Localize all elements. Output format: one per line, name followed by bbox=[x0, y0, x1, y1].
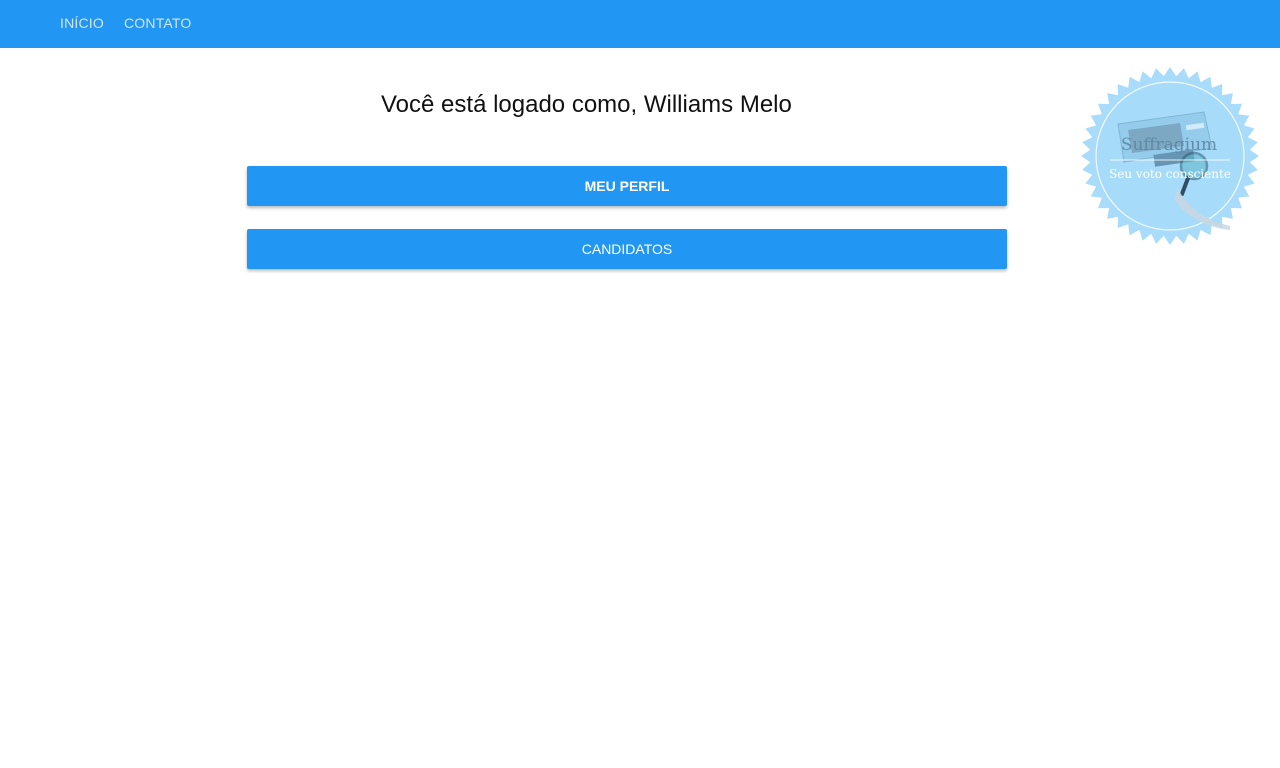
suffragium-logo-seal: Suffragium Seu voto consciente bbox=[1080, 66, 1260, 246]
top-navbar: INÍCIO CONTATO bbox=[0, 0, 1280, 48]
logged-in-greeting: Você está logado como, Williams Melo bbox=[381, 91, 792, 118]
logo-name-text: Suffragium bbox=[1121, 135, 1217, 155]
my-profile-button[interactable]: MEU PERFIL bbox=[247, 166, 1007, 206]
candidates-button[interactable]: CANDIDATOS bbox=[247, 229, 1007, 269]
logo-tagline-text: Seu voto consciente bbox=[1109, 167, 1231, 181]
seal-badge-icon: Suffragium Seu voto consciente bbox=[1081, 67, 1259, 245]
nav-link-inicio[interactable]: INÍCIO bbox=[60, 15, 104, 31]
nav-link-contato[interactable]: CONTATO bbox=[124, 15, 192, 31]
